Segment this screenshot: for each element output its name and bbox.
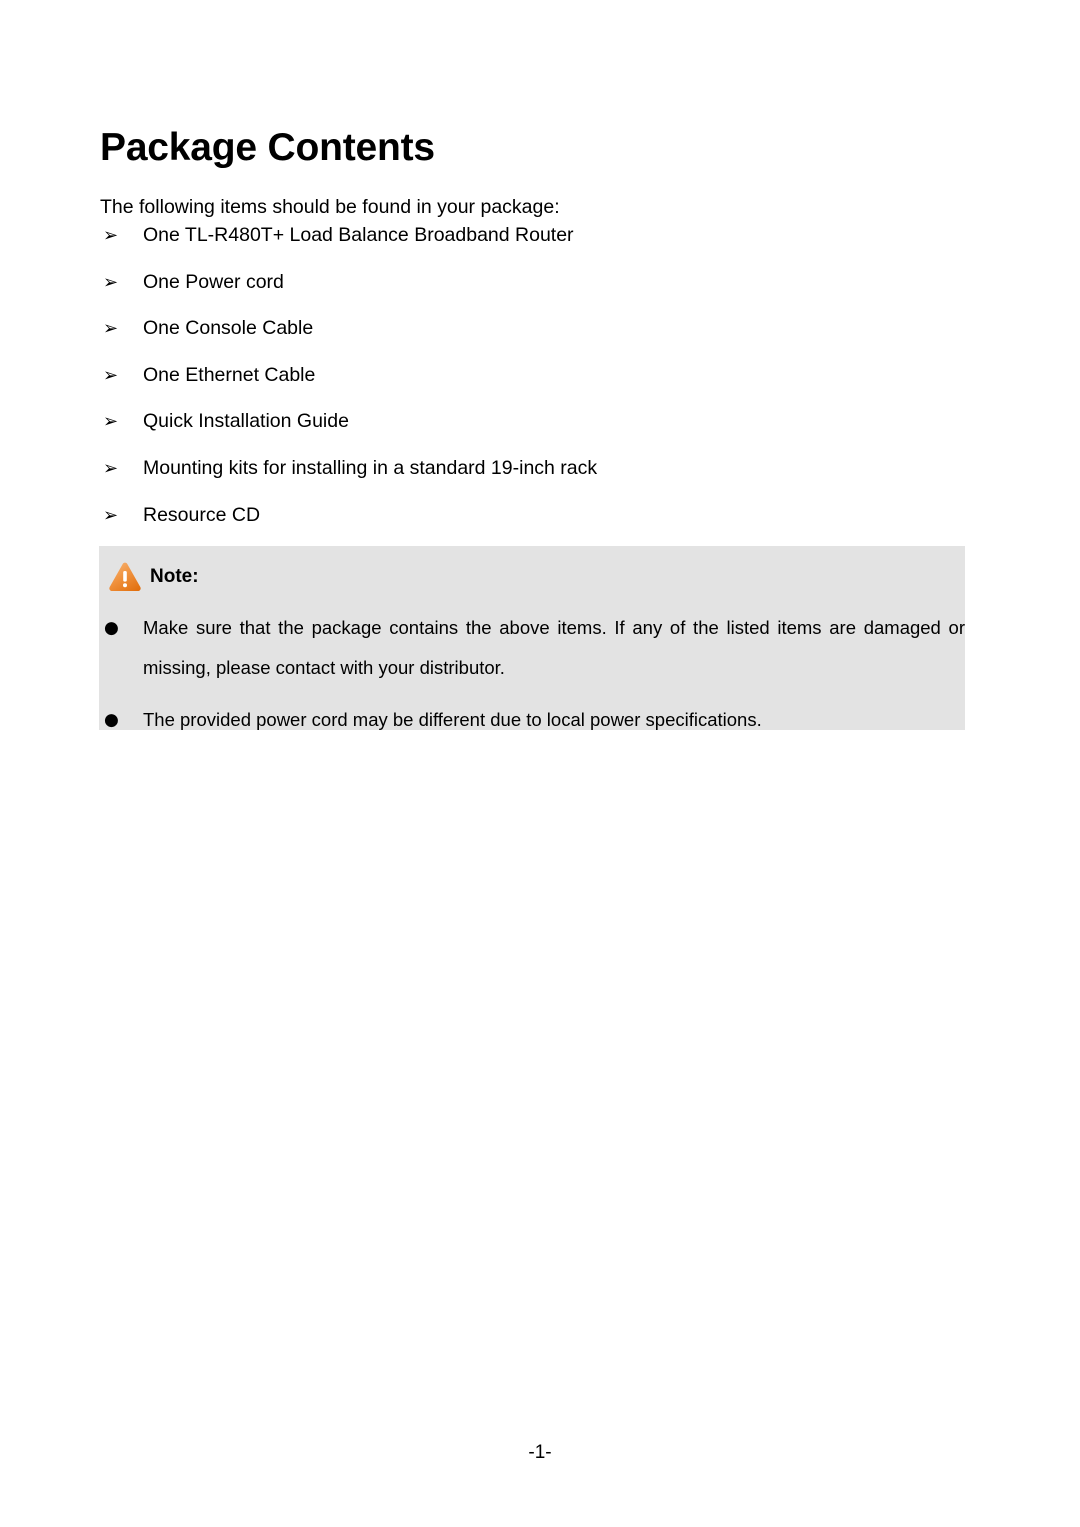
- note-items-list: ● Make sure that the package contains th…: [99, 608, 965, 740]
- list-item: ➢ Quick Installation Guide: [100, 408, 980, 455]
- arrow-bullet-icon: ➢: [103, 504, 119, 526]
- warning-triangle-icon: [109, 562, 141, 591]
- arrow-bullet-icon: ➢: [103, 457, 119, 479]
- list-item-label: One Console Cable: [143, 317, 314, 340]
- note-item-text: Make sure that the package contains the …: [143, 617, 965, 678]
- intro-paragraph: The following items should be found in y…: [100, 195, 560, 218]
- note-callout-box: Note: ● Make sure that the package conta…: [99, 546, 965, 730]
- list-item: ➢ One TL-R480T+ Load Balance Broadband R…: [100, 222, 980, 269]
- list-item-label: Quick Installation Guide: [143, 410, 349, 433]
- arrow-bullet-icon: ➢: [103, 225, 119, 246]
- list-item: ➢ Mounting kits for installing in a stan…: [100, 455, 980, 502]
- arrow-bullet-icon: ➢: [103, 271, 119, 293]
- note-label: Note:: [150, 565, 199, 587]
- dot-bullet-icon: ●: [104, 618, 119, 638]
- arrow-bullet-icon: ➢: [103, 364, 119, 386]
- document-page: Package Contents The following items sho…: [0, 0, 1080, 1527]
- list-item-label: Resource CD: [143, 503, 261, 526]
- list-item: ➢ One Power cord: [100, 269, 980, 316]
- note-item-text: The provided power cord may be different…: [143, 709, 762, 730]
- list-item: ➢ Resource CD: [100, 502, 980, 549]
- arrow-bullet-icon: ➢: [103, 318, 119, 340]
- arrow-bullet-icon: ➢: [103, 411, 119, 433]
- dot-bullet-icon: ●: [104, 710, 119, 730]
- list-item-label: Mounting kits for installing in a standa…: [143, 456, 598, 479]
- note-header: Note:: [108, 557, 199, 595]
- list-item-label: One Ethernet Cable: [143, 363, 316, 386]
- page-number: -1-: [528, 1442, 552, 1463]
- note-list-item: ● Make sure that the package contains th…: [99, 608, 965, 688]
- list-item: ➢ One Console Cable: [100, 315, 980, 362]
- package-items-list: ➢ One TL-R480T+ Load Balance Broadband R…: [100, 222, 980, 548]
- list-item: ➢ One Ethernet Cable: [100, 362, 980, 409]
- list-item-label: One Power cord: [143, 270, 284, 293]
- list-item-label: One TL-R480T+ Load Balance Broadband Rou…: [143, 224, 574, 246]
- note-list-item: ● The provided power cord may be differe…: [99, 700, 965, 740]
- page-title: Package Contents: [100, 126, 435, 170]
